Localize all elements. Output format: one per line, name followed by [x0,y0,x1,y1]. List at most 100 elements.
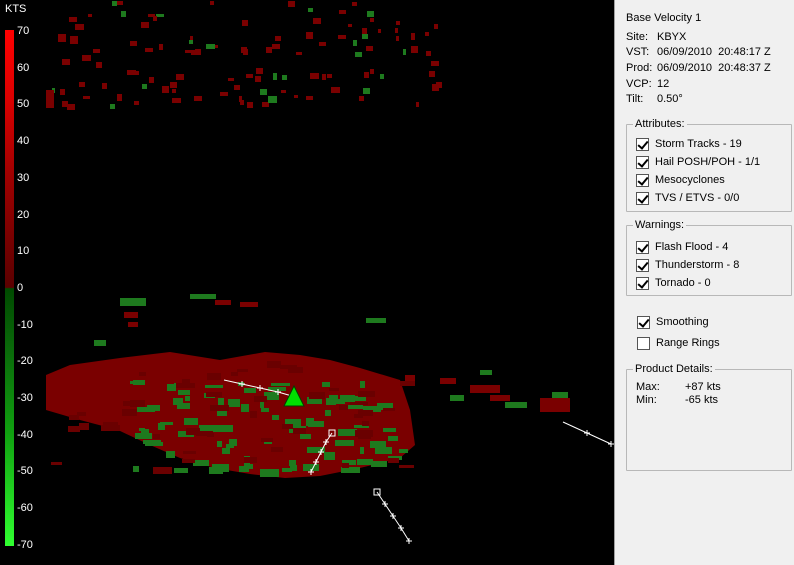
track-forecast-cross-icon [390,513,396,519]
echo-pixel [135,433,152,439]
echo-pixel [230,402,235,405]
echo-pixel [370,69,374,74]
echo-pixel [306,32,313,39]
range-rings-label: Range Rings [656,337,720,349]
echo-pixel [79,82,85,87]
echo-pixel [184,418,198,425]
scale-unit-label: KTS [5,3,27,15]
echo-pixel [82,55,91,61]
vcp-value: 12 [657,78,670,90]
range-rings-checkbox[interactable] [637,336,650,350]
product-name: Base Velocity 1 [626,12,702,24]
tvs-checkbox[interactable] [636,191,649,205]
echo-pixel [470,385,500,393]
smoothing-checkbox[interactable] [637,315,650,329]
echo-pixel [142,84,147,89]
echo-pixel [190,36,193,40]
echo-pixel [122,409,137,416]
velocity-color-scale: KTS 70 60 50 40 30 20 10 0 -10 -20 -30 -40 -50 -60 -70 [0,0,46,565]
echo-pixel [246,74,253,78]
echo-pixel [310,73,319,79]
warnings-group: Warnings: Flash Flood - 4 Thunderstorm -… [626,219,792,296]
echo-pixel [358,391,375,397]
echo-pixel [62,59,70,65]
echo-pixel [289,460,296,466]
option-smoothing[interactable]: Smoothing [637,315,709,329]
echo-pixel [239,96,242,102]
attr-storm-tracks[interactable]: Storm Tracks - 19 [636,137,742,151]
echo-pixel [137,407,155,412]
radar-map-view[interactable]: KTS 70 60 50 40 30 20 10 0 -10 -20 -30 -40 -50 -60 -70 [0,0,614,565]
echo-pixel [69,17,77,22]
scale-tick-label: 20 [17,208,30,221]
echo-pixel [217,441,222,447]
echo-pixel [360,447,364,454]
echo-pixel [342,463,349,468]
echo-pixel [505,402,527,408]
echo-pixel [145,48,153,52]
radar-returns-scattered [46,34,570,412]
echo-pixel [172,89,176,93]
warn-tornado[interactable]: Tornado - 0 [636,276,711,290]
echo-pixel [355,52,362,57]
mesocyclones-checkbox[interactable] [636,173,649,187]
echo-pixel [244,457,257,463]
echo-pixel [378,29,381,33]
echo-pixel [178,390,190,395]
warn-thunderstorm[interactable]: Thunderstorm - 8 [636,258,739,272]
echo-pixel [273,73,277,80]
echo-pixel [242,20,248,26]
echo-pixel [375,447,392,454]
attr-mesocyclones[interactable]: Mesocyclones [636,173,725,187]
thunderstorm-checkbox[interactable] [636,258,649,272]
flash-flood-checkbox[interactable] [636,240,649,254]
scale-tick-label: 50 [17,98,30,111]
tornado-checkbox[interactable] [636,276,649,290]
echo-pixel [411,46,418,53]
min-value: -65 kts [685,394,719,406]
max-value: +87 kts [685,381,721,393]
echo-pixel [431,61,439,66]
echo-pixel [83,96,90,99]
echo-pixel [352,2,357,6]
attr-hail[interactable]: Hail POSH/POH - 1/1 [636,155,760,169]
echo-pixel [383,428,396,432]
echo-pixel [234,85,240,90]
max-label: Max: [636,381,660,393]
echo-pixel [335,440,354,446]
echo-pixel [62,101,68,107]
scale-tick-label: 70 [17,25,30,37]
site-row: Site: KBYX [626,31,686,43]
prod-row: Prod: 06/09/2010 20:48:37 Z [626,62,771,74]
vst-row: VST: 06/09/2010 20:48:17 Z [626,46,771,58]
echo-pixel [282,75,287,80]
storm-tracks-checkbox[interactable] [636,137,649,151]
echo-pixel [88,14,92,17]
echo-pixel [158,423,165,430]
echo-pixel [355,430,373,437]
tilt-label: Tilt: [626,93,644,105]
echo-pixel [149,77,154,83]
echo-pixel [220,92,228,96]
hail-checkbox[interactable] [636,155,649,169]
echo-pixel [250,411,257,418]
echo-pixel [58,34,66,42]
echo-pixel [294,95,298,98]
warn-flash-flood[interactable]: Flash Flood - 4 [636,240,728,254]
echo-pixel [102,83,107,89]
tornado-label: Tornado - 0 [655,277,711,289]
echo-pixel [117,94,122,101]
attr-tvs[interactable]: TVS / ETVS - 0/0 [636,191,739,205]
echo-pixel [244,388,256,393]
echo-pixel [237,369,248,372]
echo-pixel [189,40,193,44]
option-range-rings[interactable]: Range Rings [637,336,720,350]
radar-image[interactable] [0,0,614,565]
echo-pixel [366,46,373,51]
echo-pixel [153,467,172,474]
echo-pixel [399,465,414,468]
echo-pixel [388,458,399,463]
echo-pixel [425,32,429,36]
echo-pixel [210,405,229,411]
echo-pixel [240,302,258,307]
